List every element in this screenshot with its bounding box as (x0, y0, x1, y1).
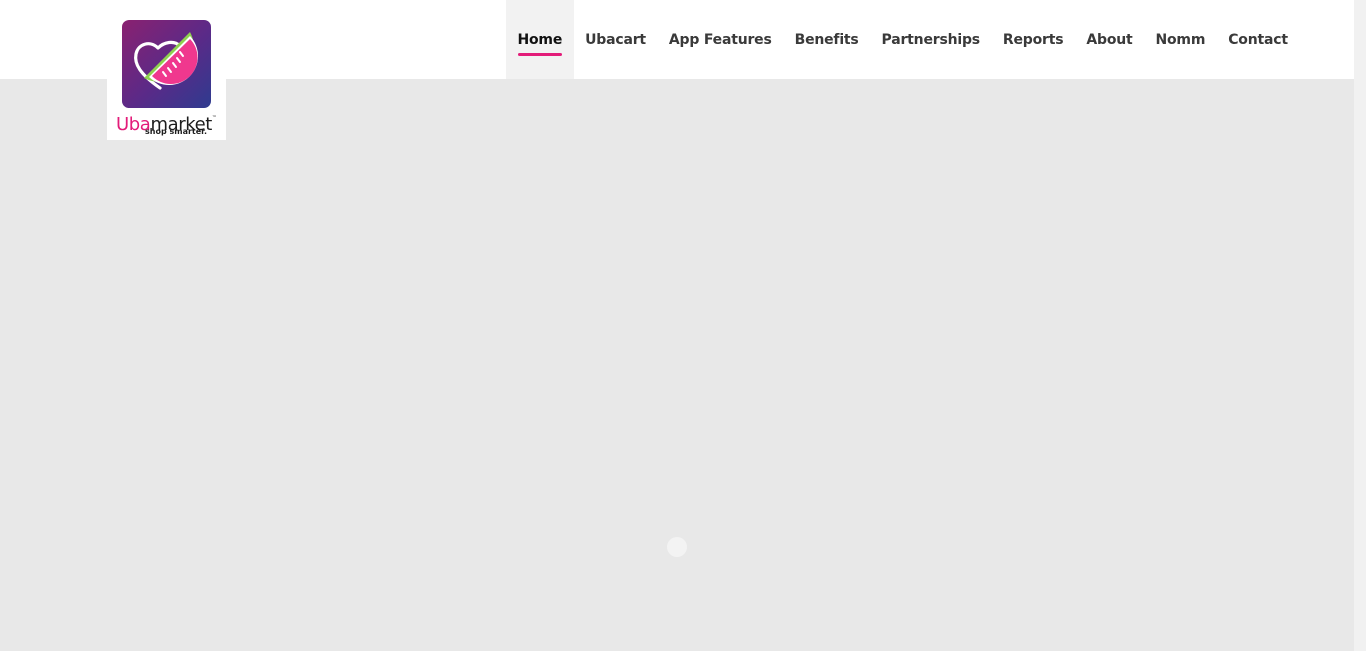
nav-item-partnerships[interactable]: Partnerships (870, 0, 991, 79)
nav-item-label: Partnerships (881, 31, 981, 48)
site-logo-link[interactable]: Ubamarket™ shop smarter. (107, 0, 226, 140)
nav-item-label: Contact (1228, 31, 1288, 48)
nav-item-reports[interactable]: Reports (991, 0, 1074, 79)
nav-item-label: Reports (1002, 31, 1064, 48)
nav-item-benefits[interactable]: Benefits (783, 0, 870, 79)
trademark-symbol: ™ (211, 115, 217, 121)
nav-item-home[interactable]: Home (506, 0, 574, 79)
page-scrollbar[interactable] (1354, 0, 1366, 651)
nav-item-label: Benefits (794, 31, 859, 48)
nav-item-app-features[interactable]: App Features (657, 0, 783, 79)
nav-item-contact[interactable]: Contact (1217, 0, 1300, 79)
page-viewport: Home Ubacart App Features Benefits Partn… (0, 0, 1354, 651)
nav-item-label: Home (517, 31, 563, 56)
main-nav: Home Ubacart App Features Benefits Partn… (506, 0, 1299, 79)
nav-item-label: About (1086, 31, 1133, 48)
nav-item-label: Nomm (1155, 31, 1206, 48)
nav-item-nomm[interactable]: Nomm (1144, 0, 1217, 79)
nav-item-about[interactable]: About (1075, 0, 1144, 79)
nav-item-label: App Features (668, 31, 772, 48)
nav-item-label: Ubacart (585, 31, 646, 48)
nav-item-ubacart[interactable]: Ubacart (574, 0, 658, 79)
brand-tagline: shop smarter. (145, 127, 207, 136)
loading-dot-icon (667, 537, 687, 557)
watermelon-slice-icon (122, 20, 211, 108)
